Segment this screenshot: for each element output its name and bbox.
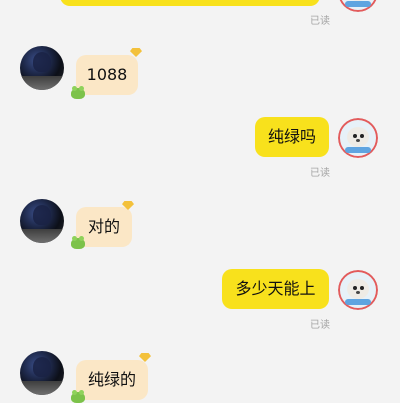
own-avatar[interactable] <box>338 270 378 310</box>
contact-avatar[interactable] <box>20 351 64 395</box>
read-receipt: 已读 <box>310 168 330 179</box>
frog-icon <box>71 236 85 249</box>
message-text: 纯绿吗 <box>267 127 316 146</box>
message-bubble-incoming[interactable]: 纯绿的 <box>76 360 148 400</box>
message-text: 1088 <box>86 65 128 84</box>
message-text: 多少天能上 <box>235 279 316 298</box>
contact-avatar[interactable] <box>20 199 64 243</box>
message-bubble-outgoing[interactable]: 纯绿吗 <box>255 117 329 157</box>
own-avatar[interactable] <box>338 0 378 12</box>
contact-avatar[interactable] <box>20 46 64 90</box>
frog-icon <box>71 390 85 403</box>
message-text: 对的 <box>87 217 120 236</box>
message-text: 纯绿的 <box>87 370 136 389</box>
frog-icon <box>71 86 85 99</box>
read-receipt: 已读 <box>310 16 330 27</box>
read-receipt: 已读 <box>310 320 330 331</box>
chat-thread: 已读 1088 纯绿吗 已读 对的 多少天能上 已读 纯绿的 <box>0 0 400 403</box>
message-bubble-incoming[interactable]: 1088 <box>76 55 138 95</box>
message-bubble-outgoing[interactable]: 多少天能上 <box>222 269 329 309</box>
message-bubble-outgoing-partial[interactable] <box>60 0 320 6</box>
own-avatar[interactable] <box>338 118 378 158</box>
